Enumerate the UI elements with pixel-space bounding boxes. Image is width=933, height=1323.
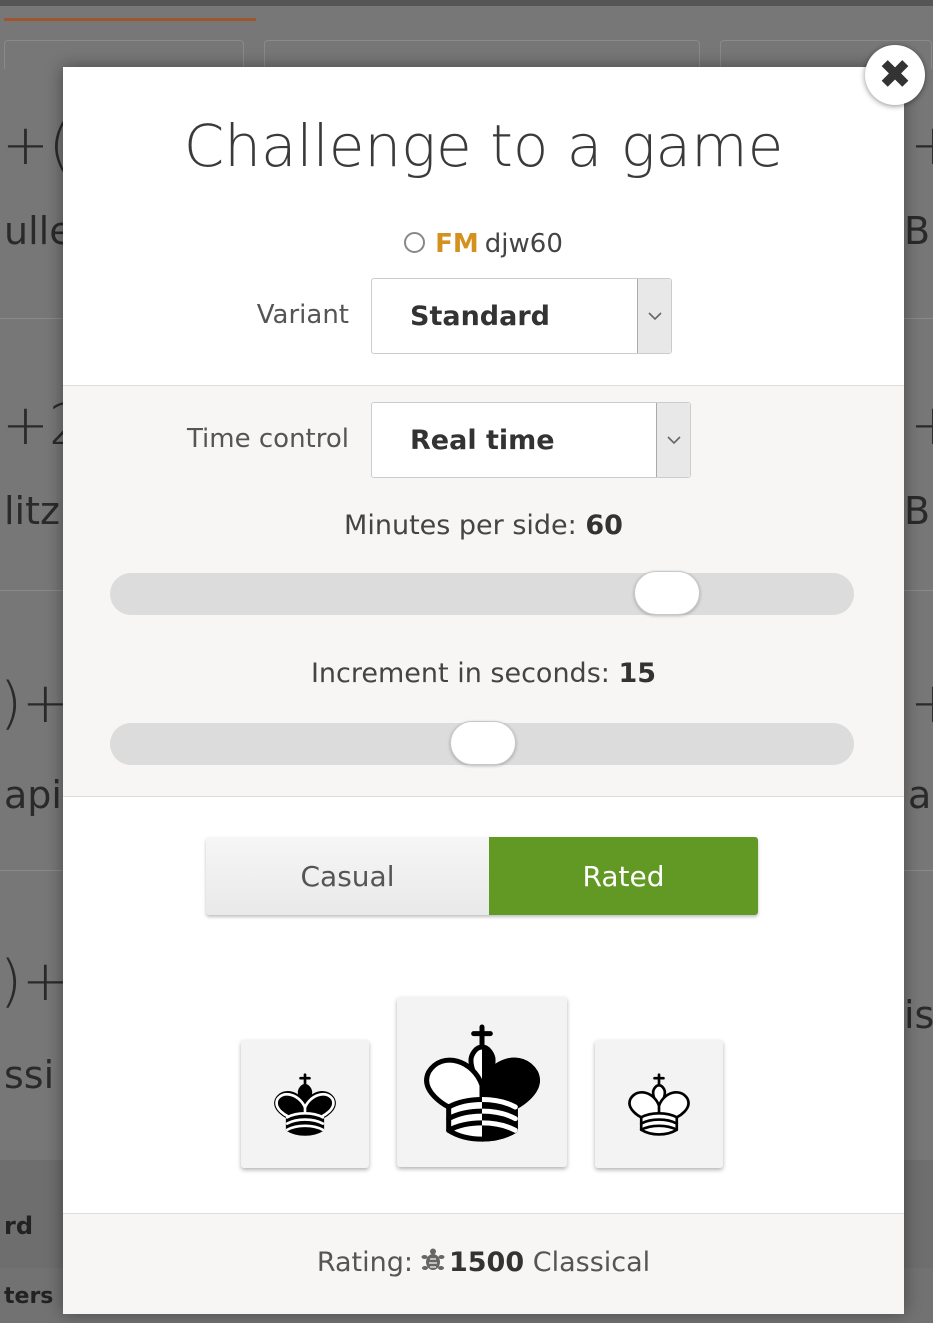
bg-tile-time: )+ (0, 949, 69, 1014)
minutes-value: 60 (585, 510, 623, 541)
bg-tile-type: litz (4, 489, 60, 533)
increment-value: 15 (618, 658, 657, 689)
rating-label: Rating: (316, 1247, 413, 1278)
minutes-label-text: Minutes per side: (344, 510, 577, 541)
increment-label-text: Increment in seconds: (310, 658, 610, 689)
increment-slider[interactable] (110, 721, 854, 765)
bg-tile-type: ssi (4, 1053, 55, 1097)
white-king-icon (628, 1073, 690, 1136)
bg-tile-type: is (904, 993, 933, 1037)
bg-tile-type: Bl (904, 489, 933, 533)
random-color-king-icon (424, 1024, 540, 1142)
challenge-modal: Challenge to a game FM djw60 Variant Stan… (63, 67, 904, 1314)
casual-button[interactable]: Casual (206, 837, 489, 915)
bg-tile-time: + (910, 118, 933, 174)
bg-tile-time: + (910, 398, 933, 454)
time-control-section: Time control Real time Minutes per side:… (63, 385, 904, 797)
variant-label: Variant (256, 300, 349, 330)
increment-slider-thumb[interactable] (450, 721, 516, 765)
rating-value: 1500 (448, 1247, 525, 1278)
variant-select[interactable]: Standard (371, 278, 672, 354)
chevron-down-icon (637, 279, 671, 353)
player-title: FM (435, 229, 479, 259)
online-status-icon (404, 232, 426, 253)
bg-tile-type: Bl (904, 209, 933, 253)
black-king-icon (274, 1073, 336, 1136)
top-bar (0, 0, 933, 6)
increment-label: Increment in seconds: 15 (63, 658, 904, 689)
opponent: FM djw60 (63, 229, 904, 259)
rating-type: Classical (532, 1247, 651, 1278)
play-white-button[interactable] (595, 1040, 723, 1168)
time-control-select[interactable]: Real time (371, 402, 691, 478)
minutes-slider-thumb[interactable] (634, 571, 700, 615)
bg-tile-type: a (908, 773, 932, 817)
bg-tile-time: + (910, 676, 933, 732)
bg-table-header-text: rd (4, 1212, 34, 1240)
chevron-down-icon (656, 403, 690, 477)
rating-info: Rating: 1500 Classical (63, 1247, 904, 1282)
bg-table-row-text: ters (4, 1284, 54, 1309)
close-icon: ✖ (878, 52, 912, 98)
play-random-button[interactable] (397, 997, 567, 1167)
close-button[interactable]: ✖ (865, 45, 925, 105)
rated-toggle: Casual Rated (206, 837, 758, 915)
turtle-icon (419, 1247, 447, 1282)
rated-button[interactable]: Rated (489, 837, 758, 915)
bg-tile-type: api (4, 773, 62, 817)
minutes-slider[interactable] (110, 571, 854, 615)
bg-tile-time: )+ (0, 671, 69, 736)
rating-footer: Rating: 1500 Classical (63, 1213, 904, 1314)
bg-tab (4, 40, 244, 69)
opponent-name[interactable]: djw60 (485, 229, 563, 259)
minutes-label: Minutes per side: 60 (63, 510, 904, 541)
play-black-button[interactable] (241, 1040, 369, 1168)
time-control-value: Real time (410, 424, 555, 456)
bg-tile-time: +( (2, 113, 71, 178)
active-tab-indicator (4, 18, 256, 21)
modal-title: Challenge to a game (183, 112, 784, 180)
bg-tab (264, 40, 700, 69)
time-control-label: Time control (186, 424, 349, 454)
variant-value: Standard (410, 300, 550, 332)
